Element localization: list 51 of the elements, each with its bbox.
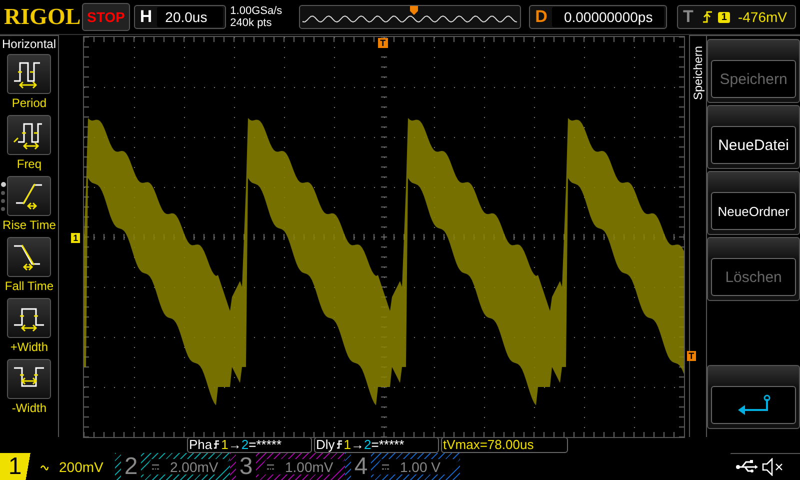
pwidth-measure-icon[interactable] <box>7 298 52 338</box>
measure-label: Rise Time <box>2 217 56 234</box>
page-dot[interactable] <box>1 207 5 211</box>
delay-value: 0.00000000ps <box>552 7 664 27</box>
menu-title: Speichern <box>691 46 706 100</box>
trigger-display[interactable]: T 1 -476mV <box>677 5 796 29</box>
sample-rate: 1.00GSa/s <box>230 5 284 17</box>
page-dot[interactable] <box>1 182 6 187</box>
trigger-position-marker[interactable]: T <box>378 38 388 48</box>
timebase-value: 20.0us <box>157 7 224 27</box>
channel-button[interactable]: 2 2.00mV <box>115 453 230 480</box>
dc-coupling-icon <box>151 462 160 470</box>
measure-label: +Width <box>10 339 48 356</box>
measure-label: Period <box>12 95 47 112</box>
rise-measure-icon[interactable] <box>7 176 52 216</box>
dc-coupling-icon <box>381 462 390 470</box>
edge-icon <box>336 439 343 451</box>
delay-display[interactable]: D 0.00000000ps <box>529 5 668 29</box>
rising-edge-icon <box>702 9 714 25</box>
channel-button[interactable]: 3 1.00mV <box>230 453 345 480</box>
timebase-display[interactable]: H 20.0us <box>134 5 226 29</box>
measure-label: Fall Time <box>4 278 54 295</box>
channel-button[interactable]: 4 1.00 V <box>345 453 460 480</box>
trigger-level-marker[interactable]: T <box>686 351 696 361</box>
timebase-label: H <box>138 7 154 27</box>
edge-icon <box>213 439 220 451</box>
nwidth-measure-icon[interactable] <box>7 359 52 399</box>
trigger-level: -476mV <box>736 9 788 25</box>
fall-measure-icon[interactable] <box>7 237 52 277</box>
return-arrow-icon <box>736 394 772 416</box>
measure-label: Freq <box>16 156 42 173</box>
page-dot[interactable] <box>1 191 5 195</box>
run-stop-button[interactable]: STOP <box>82 3 130 31</box>
usb-icon <box>736 460 758 474</box>
back-button[interactable] <box>711 386 796 424</box>
memory-depth: 240k pts <box>230 17 273 29</box>
brand-logo: RIGOL <box>4 4 78 30</box>
menu-title: Horizontal <box>1 37 56 51</box>
freq-measure-icon[interactable] <box>7 115 52 155</box>
menu-button[interactable]: NeueOrdner <box>711 192 796 230</box>
page-dot[interactable] <box>1 199 5 203</box>
channel-marker[interactable]: 1 <box>71 233 80 243</box>
trigger-label: T <box>682 7 694 27</box>
period-measure-icon[interactable] <box>7 54 52 94</box>
ac-coupling-icon <box>40 462 49 470</box>
measure-label: -Width <box>12 400 47 417</box>
delay-label: D <box>534 7 548 27</box>
trigger-source: 1 <box>718 12 730 22</box>
dc-coupling-icon <box>266 462 275 470</box>
menu-button[interactable]: NeueDatei <box>711 126 796 164</box>
speaker-muted-icon <box>762 458 784 476</box>
